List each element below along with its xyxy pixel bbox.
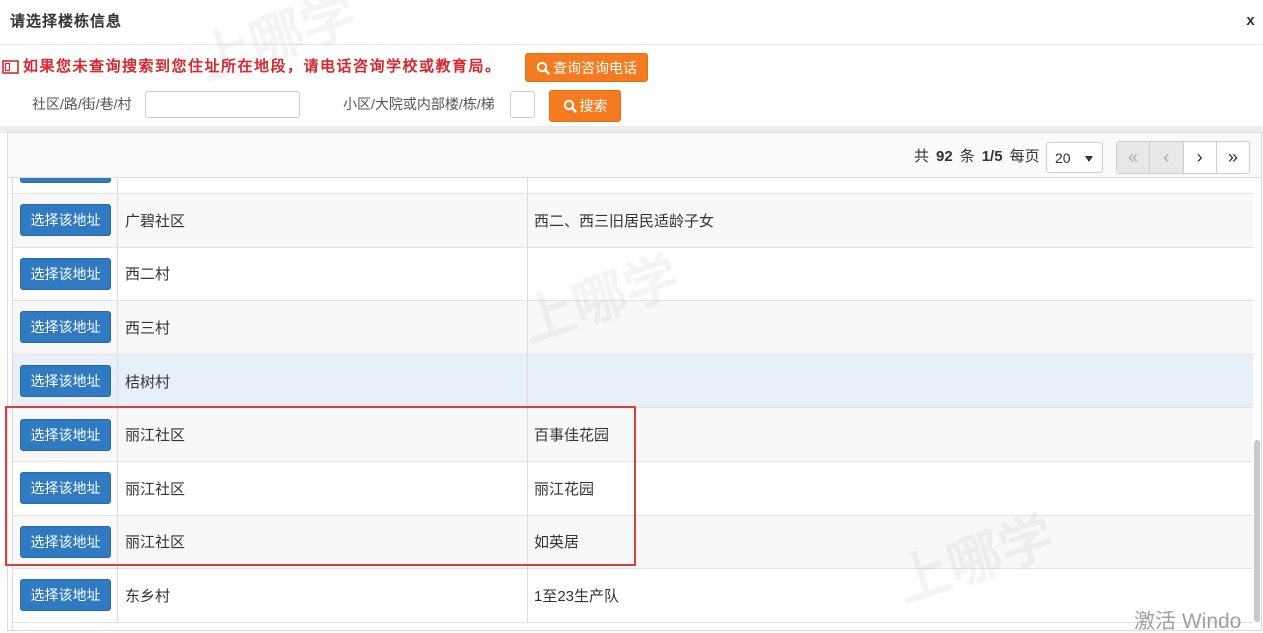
table-row: 选择该地址 西三村 bbox=[13, 301, 1253, 355]
table-scrollbar-thumb[interactable] bbox=[1254, 440, 1260, 622]
table-row: 选择该地址 丽江社区 丽江花园 bbox=[13, 461, 1253, 516]
pagination-info: 共 92 条 1/5 每页 bbox=[914, 148, 1040, 166]
select-address-button[interactable]: 选择该地址 bbox=[20, 525, 111, 558]
notice-icon bbox=[2, 60, 19, 74]
table-row: 选择该地址 丽江社区 如英居 bbox=[13, 515, 1253, 570]
total-prefix: 共 bbox=[914, 148, 930, 165]
community-cell: 西二村 bbox=[118, 247, 528, 301]
page-indicator: 1/5 bbox=[981, 148, 1003, 165]
search-icon bbox=[536, 61, 550, 75]
search-button[interactable]: 搜索 bbox=[549, 90, 621, 122]
community-input[interactable] bbox=[145, 91, 300, 118]
detail-cell: 如英居 bbox=[534, 534, 580, 552]
community-cell: 丽江社区 bbox=[118, 408, 528, 461]
per-page-value: 20 bbox=[1055, 149, 1071, 166]
building-input[interactable] bbox=[510, 91, 535, 118]
select-address-button[interactable]: 选择该地址 bbox=[20, 257, 111, 290]
detail-cell: 百事佳花园 bbox=[534, 427, 610, 445]
detail-cell bbox=[528, 178, 1253, 193]
watermark-logo: 上哪学 bbox=[190, 0, 364, 92]
next-page-button[interactable]: › bbox=[1183, 142, 1217, 173]
select-cell: 选择该地址 bbox=[13, 408, 118, 461]
total-suffix: 条 bbox=[959, 148, 975, 165]
select-cell: 选择该地址 bbox=[13, 354, 118, 408]
select-cell: 选择该地址 bbox=[13, 569, 118, 622]
select-cell bbox=[13, 178, 118, 193]
total-count: 92 bbox=[936, 148, 953, 165]
community-cell: 丽江社区 bbox=[118, 515, 528, 569]
select-cell: 选择该地址 bbox=[13, 461, 118, 515]
title-divider bbox=[0, 44, 1263, 45]
community-cell bbox=[118, 178, 528, 193]
chevron-left-icon: ‹ bbox=[1163, 147, 1170, 167]
detail-cell: 丽江花园 bbox=[534, 480, 595, 498]
detail-cell bbox=[528, 355, 1253, 408]
select-cell: 选择该地址 bbox=[13, 194, 118, 247]
select-address-button[interactable]: 选择该地址 bbox=[20, 365, 111, 398]
search-button-label: 搜索 bbox=[579, 98, 608, 114]
table-row bbox=[13, 178, 1253, 194]
select-address-button[interactable] bbox=[20, 178, 111, 183]
chevron-right-icon: › bbox=[1196, 147, 1203, 167]
building-label: 小区/大院或内部楼/栋/梯 bbox=[343, 96, 495, 112]
notice-message: 如果您未查询搜索到您住址所在地段，请电话咨询学校或教育局。 bbox=[23, 58, 502, 75]
double-chevron-left-icon: « bbox=[1128, 147, 1139, 167]
table-row: 选择该地址 东乡村 1至23生产队 bbox=[13, 569, 1253, 623]
select-cell: 选择该地址 bbox=[13, 301, 118, 354]
last-page-button[interactable]: » bbox=[1216, 142, 1249, 173]
dropdown-arrow-icon bbox=[1085, 156, 1093, 162]
detail-cell: 西二、西三旧居民适龄子女 bbox=[534, 212, 715, 230]
community-cell: 桔树村 bbox=[118, 354, 528, 408]
per-page-select[interactable]: 20 bbox=[1046, 142, 1103, 173]
community-cell: 广碧社区 bbox=[118, 194, 528, 247]
consult-phone-label: 查询咨询电话 bbox=[553, 59, 637, 76]
table-row: 选择该地址 丽江社区 百事佳花园 bbox=[13, 408, 1253, 462]
first-page-button[interactable]: « bbox=[1117, 142, 1151, 173]
table-row: 选择该地址 桔树村 bbox=[13, 354, 1253, 409]
address-table: 选择该地址 广碧社区 西二、西三旧居民适龄子女 选择该地址 西二村 选择该地址 … bbox=[12, 178, 1253, 630]
community-cell: 东乡村 bbox=[118, 569, 528, 622]
select-cell: 选择该地址 bbox=[13, 515, 118, 569]
community-label: 社区/路/街/巷/村 bbox=[32, 96, 132, 112]
consult-phone-button[interactable]: 查询咨询电话 bbox=[525, 53, 648, 82]
select-address-button[interactable]: 选择该地址 bbox=[20, 472, 111, 505]
community-cell: 西三村 bbox=[118, 301, 528, 354]
table-row: 选择该地址 广碧社区 西二、西三旧居民适龄子女 bbox=[13, 194, 1253, 248]
select-address-button[interactable]: 选择该地址 bbox=[20, 418, 111, 451]
pager: « ‹ › » bbox=[1116, 141, 1250, 174]
select-address-button[interactable]: 选择该地址 bbox=[20, 311, 111, 344]
table-row: 选择该地址 西二村 bbox=[13, 247, 1253, 302]
dialog-title: 请选择楼栋信息 bbox=[10, 13, 123, 30]
select-address-button[interactable]: 选择该地址 bbox=[20, 204, 111, 237]
close-button[interactable]: x bbox=[1243, 12, 1258, 30]
detail-cell: 1至23生产队 bbox=[534, 587, 620, 605]
select-cell: 选择该地址 bbox=[13, 247, 118, 301]
detail-cell bbox=[528, 248, 1253, 301]
select-address-button[interactable]: 选择该地址 bbox=[20, 579, 111, 612]
per-page-label: 每页 bbox=[1009, 148, 1040, 165]
prev-page-button[interactable]: ‹ bbox=[1150, 142, 1184, 173]
search-icon bbox=[563, 99, 577, 113]
detail-cell bbox=[528, 301, 1253, 354]
community-cell: 丽江社区 bbox=[118, 461, 528, 515]
double-chevron-right-icon: » bbox=[1227, 147, 1238, 167]
